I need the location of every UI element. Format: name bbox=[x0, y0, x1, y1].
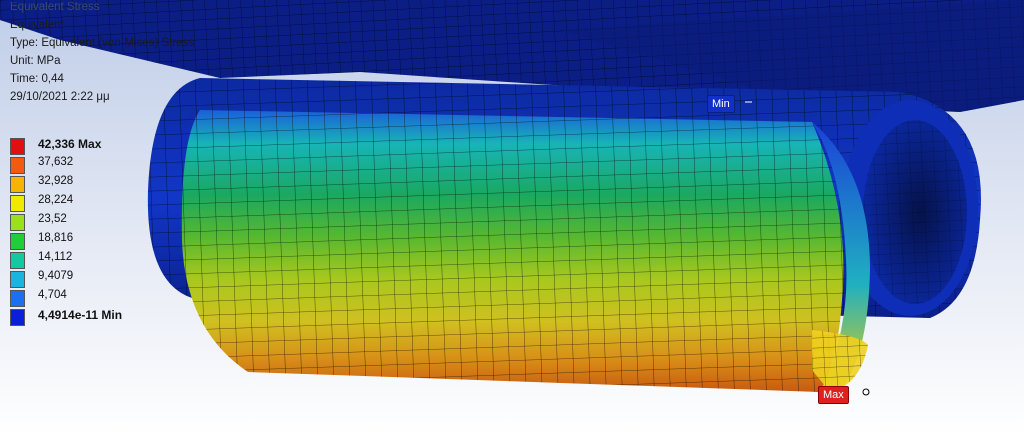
legend-entry: 14,112 bbox=[10, 250, 150, 269]
result-time: Time: 0,44 bbox=[10, 73, 64, 85]
legend-swatch bbox=[10, 290, 25, 307]
legend-label: 37,632 bbox=[38, 156, 74, 168]
result-date: 29/10/2021 2:22 μμ bbox=[10, 91, 110, 103]
legend-entry: 4,4914e-11 Min bbox=[10, 307, 150, 326]
stressed-cylinder bbox=[181, 110, 870, 392]
legend-entry: 23,52 bbox=[10, 212, 150, 231]
legend-swatch bbox=[10, 176, 25, 193]
legend-entry: 4,704 bbox=[10, 288, 150, 307]
result-type: Type: Equivalent (von-Mises) Stress bbox=[10, 37, 195, 49]
legend-swatch bbox=[10, 214, 25, 231]
legend-entry: 18,816 bbox=[10, 231, 150, 250]
max-probe-point bbox=[862, 388, 870, 396]
legend-label: 18,816 bbox=[38, 232, 74, 244]
legend-label: 28,224 bbox=[38, 194, 74, 206]
legend-swatch bbox=[10, 233, 25, 250]
min-probe-label[interactable]: Min bbox=[707, 95, 735, 113]
result-name: Equivalent bbox=[10, 19, 64, 31]
legend-swatch bbox=[10, 195, 25, 212]
legend-entry: 9,4079 bbox=[10, 269, 150, 288]
legend-entry: 42,336 Max bbox=[10, 136, 150, 155]
legend-swatch bbox=[10, 138, 25, 155]
legend-entry: 28,224 bbox=[10, 193, 150, 212]
legend-swatch bbox=[10, 157, 25, 174]
legend-label: 4,4914e-11 Min bbox=[38, 308, 123, 322]
legend-label: 9,4079 bbox=[38, 270, 74, 282]
legend-label: 4,704 bbox=[38, 289, 67, 301]
legend-label: 14,112 bbox=[38, 251, 73, 263]
result-title: Equivalent Stress bbox=[10, 2, 100, 13]
result-unit: Unit: MPa bbox=[10, 55, 61, 67]
legend-label: 32,928 bbox=[38, 175, 74, 187]
legend-swatch bbox=[10, 252, 25, 269]
contour-legend[interactable]: 42,336 Max 37,632 32,928 28,224 23,52 18,816 1… bbox=[10, 136, 150, 326]
legend-label: 23,52 bbox=[38, 213, 67, 225]
legend-entry: 32,928 bbox=[10, 174, 150, 193]
legend-entry: 37,632 bbox=[10, 155, 150, 174]
legend-swatch bbox=[10, 271, 25, 288]
result-info: Equivalent Stress Equivalent Type: Equiv… bbox=[10, 2, 194, 106]
max-probe-label[interactable]: Max bbox=[818, 386, 849, 404]
legend-label: 42,336 Max bbox=[38, 137, 102, 151]
legend-swatch bbox=[10, 309, 25, 326]
